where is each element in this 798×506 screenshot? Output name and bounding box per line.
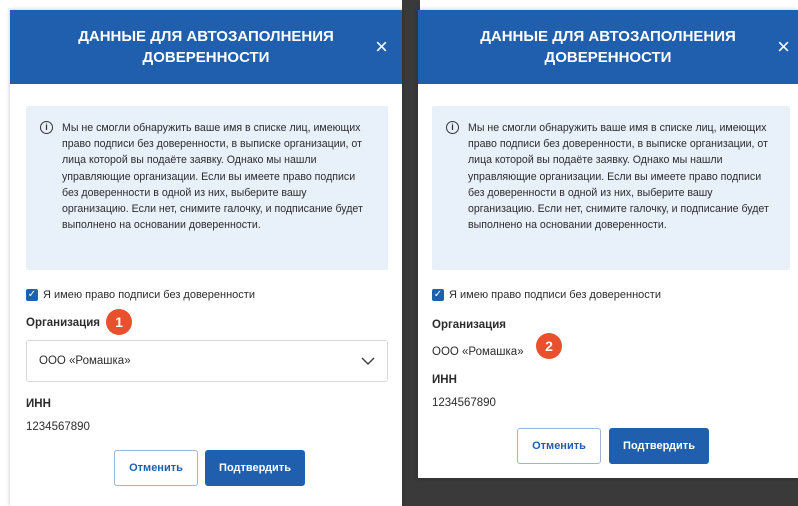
signature-right-checkbox-row[interactable]: ✓ Я имею право подписи без доверенности <box>432 289 661 301</box>
organization-value: ООО «Ромашка» <box>432 346 524 358</box>
inn-label: ИНН <box>432 374 457 386</box>
background-strip-bottom <box>402 478 798 506</box>
step-badge: 1 <box>106 309 132 335</box>
dialog-title: ДАННЫЕ ДЛЯ АВТОЗАПОЛНЕНИЯ ДОВЕРЕННОСТИ <box>480 28 736 66</box>
info-icon: i <box>40 121 53 134</box>
autofill-dialog-1: ДАННЫЕ ДЛЯ АВТОЗАПОЛНЕНИЯ ДОВЕРЕННОСТИ ×… <box>10 10 402 506</box>
info-icon: i <box>446 121 459 134</box>
cancel-button[interactable]: Отменить <box>517 428 601 464</box>
dialog-title: ДАННЫЕ ДЛЯ АВТОЗАПОЛНЕНИЯ ДОВЕРЕННОСТИ <box>78 28 334 66</box>
cancel-button[interactable]: Отменить <box>114 450 198 486</box>
inn-label: ИНН <box>26 398 51 410</box>
organization-select[interactable]: ООО «Ромашка» <box>26 340 388 382</box>
autofill-dialog-2: ДАННЫЕ ДЛЯ АВТОЗАПОЛНЕНИЯ ДОВЕРЕННОСТИ ×… <box>418 10 798 478</box>
info-notice: i Мы не смогли обнаружить ваше имя в спи… <box>432 106 790 270</box>
organization-label: Организация <box>26 317 100 329</box>
step-badge: 2 <box>536 333 562 359</box>
organization-selected-value: ООО «Ромашка» <box>39 355 131 367</box>
checkmark-icon[interactable]: ✓ <box>26 289 38 301</box>
inn-value: 1234567890 <box>26 421 90 433</box>
checkbox-label: Я имею право подписи без доверенности <box>449 289 661 301</box>
signature-right-checkbox-row[interactable]: ✓ Я имею право подписи без доверенности <box>26 289 255 301</box>
checkbox-label: Я имею право подписи без доверенности <box>43 289 255 301</box>
info-text: Мы не смогли обнаружить ваше имя в списк… <box>62 122 363 232</box>
close-icon[interactable]: × <box>777 36 790 58</box>
dialog-header: ДАННЫЕ ДЛЯ АВТОЗАПОЛНЕНИЯ ДОВЕРЕННОСТИ × <box>10 10 402 84</box>
organization-label: Организация <box>432 319 506 331</box>
confirm-button[interactable]: Подтвердить <box>205 450 305 486</box>
inn-value: 1234567890 <box>432 397 496 409</box>
confirm-button[interactable]: Подтвердить <box>609 428 709 464</box>
close-icon[interactable]: × <box>375 36 388 58</box>
info-text: Мы не смогли обнаружить ваше имя в списк… <box>468 122 769 232</box>
info-notice: i Мы не смогли обнаружить ваше имя в спи… <box>26 106 388 270</box>
chevron-down-icon <box>361 353 375 369</box>
checkmark-icon[interactable]: ✓ <box>432 289 444 301</box>
dialog-header: ДАННЫЕ ДЛЯ АВТОЗАПОЛНЕНИЯ ДОВЕРЕННОСТИ × <box>418 10 798 84</box>
